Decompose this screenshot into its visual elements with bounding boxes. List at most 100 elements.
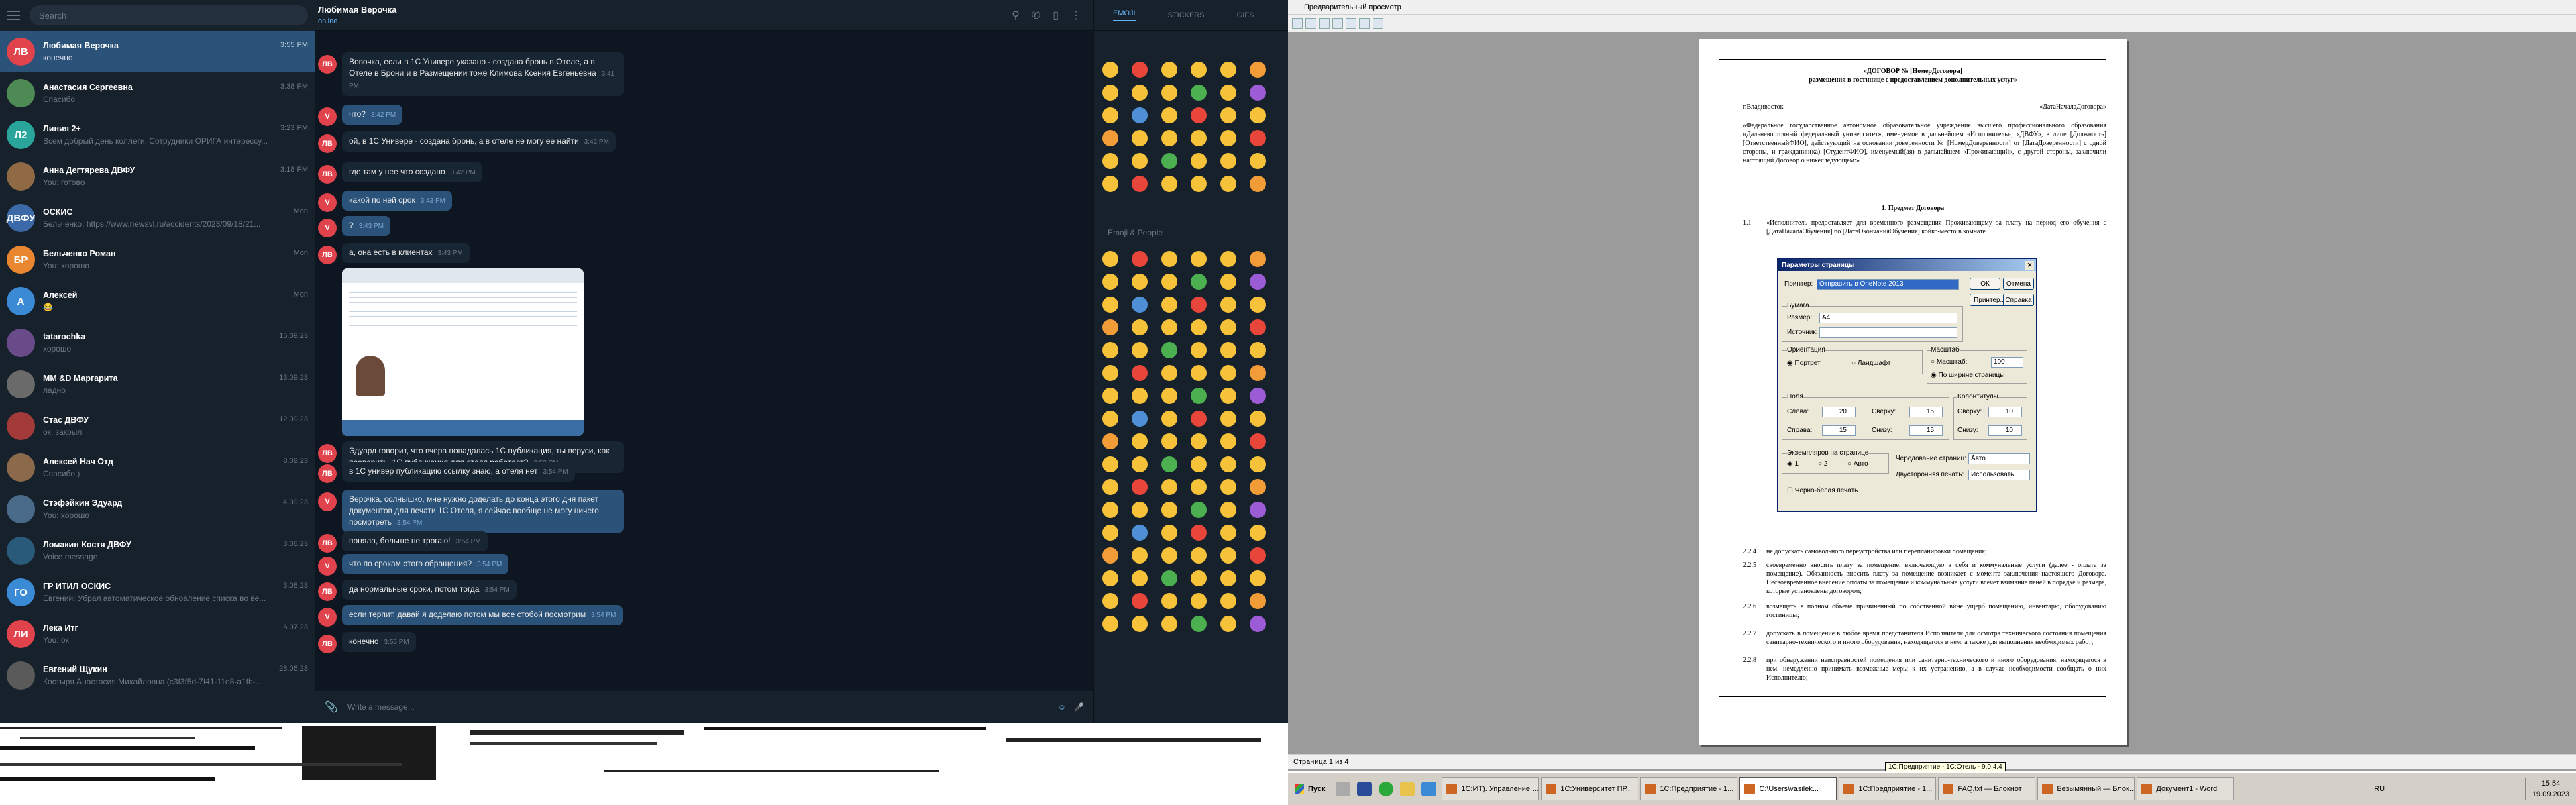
emoji-icon[interactable] (1250, 433, 1266, 449)
emoji-icon[interactable] (1191, 479, 1207, 495)
emoji-icon[interactable] (1132, 479, 1148, 495)
tab-emoji[interactable]: EMOJI (1113, 9, 1136, 21)
chat-header[interactable]: Любимая Верочка online ⚲ ✆ ▯ ⋮ (315, 0, 1093, 31)
ok-button[interactable]: ОК (1970, 278, 2000, 290)
emoji-icon[interactable] (1250, 616, 1266, 632)
emoji-icon[interactable] (1250, 107, 1266, 123)
emoji-icon[interactable] (1102, 62, 1118, 78)
right-margin-input[interactable]: 15 (1822, 425, 1856, 436)
message-bubble[interactable]: поняла, больше не трогаю! 3:54 PM (342, 531, 488, 551)
emoji-icon[interactable] (1220, 107, 1236, 123)
emoji-icon[interactable] (1220, 297, 1236, 313)
emoji-icon[interactable] (1102, 319, 1118, 335)
message-bubble[interactable]: да нормальные сроки, потом тогда 3:54 PM (342, 580, 517, 600)
emoji-icon[interactable] (1132, 85, 1148, 101)
emoji-icon[interactable] (1191, 274, 1207, 290)
chat-item[interactable]: Анастасия Сергеевна 3:38 PM Спасибо (0, 72, 315, 114)
emoji-icon[interactable] (1132, 274, 1148, 290)
emoji-icon[interactable] (1250, 388, 1266, 404)
emoji-icon[interactable] (1250, 479, 1266, 495)
chrome-icon[interactable] (1379, 782, 1394, 796)
one-page-icon[interactable] (1319, 17, 1330, 29)
emoji-icon[interactable] (1250, 274, 1266, 290)
emoji-icon[interactable] (1161, 274, 1177, 290)
size-select[interactable]: A4 (1819, 313, 1957, 323)
emoji-icon[interactable] (1220, 153, 1236, 169)
emoji-icon[interactable] (1132, 62, 1148, 78)
message-bubble[interactable]: если терпит, давай я доделаю потом мы вс… (342, 605, 623, 625)
emoji-icon[interactable] (1220, 388, 1236, 404)
close-icon[interactable] (1373, 17, 1383, 29)
message-bubble[interactable]: а, она есть в клиентах 3:43 PM (342, 243, 470, 263)
emoji-icon[interactable] (1250, 365, 1266, 381)
chat-item[interactable]: Л2 Линия 2+ 3:23 PM Всем добрый день колл… (0, 114, 315, 156)
tab-gifs[interactable]: GIFS (1237, 11, 1254, 19)
sidebar-toggle-icon[interactable]: ▯ (1053, 9, 1059, 22)
taskbar-button[interactable]: Безымянный — Блок... (2037, 777, 2135, 800)
emoji-icon[interactable] (1132, 525, 1148, 541)
emoji-icon[interactable] (1161, 62, 1177, 78)
taskbar-button[interactable]: 1С:Предприятие - 1... (1839, 777, 1937, 800)
emoji-icon[interactable] (1161, 433, 1177, 449)
emoji-icon[interactable] (1250, 547, 1266, 564)
computer-icon[interactable] (1336, 782, 1351, 796)
emoji-icon[interactable] (1191, 107, 1207, 123)
emoji-icon[interactable] (1161, 547, 1177, 564)
bottom-margin-input[interactable]: 15 (1909, 425, 1943, 436)
emoji-icon[interactable] (1220, 525, 1236, 541)
emoji-icon[interactable] (1161, 411, 1177, 427)
message-bubble[interactable]: что по срокам этого обращения? 3:54 PM (342, 554, 509, 574)
powershell-icon[interactable] (1357, 782, 1373, 796)
emoji-icon[interactable] (1132, 570, 1148, 586)
emoji-icon[interactable] (1220, 411, 1236, 427)
emoji-icon[interactable] (1102, 153, 1118, 169)
chat-item[interactable]: tatarochka 15.09.23 хорошо (0, 322, 315, 364)
emoji-icon[interactable] (1220, 433, 1236, 449)
emoji-icon[interactable] (1132, 365, 1148, 381)
emoji-icon[interactable] (1161, 107, 1177, 123)
source-select[interactable] (1819, 327, 1957, 338)
emoji-icon[interactable] (1220, 319, 1236, 335)
search-icon[interactable]: ⚲ (1012, 9, 1020, 22)
emoji-icon[interactable] (1102, 274, 1118, 290)
emoji-icon[interactable] (1102, 479, 1118, 495)
emoji-icon[interactable] (1102, 456, 1118, 472)
emoji-icon[interactable] (1250, 176, 1266, 192)
emoji-icon[interactable] (1191, 525, 1207, 541)
alternation-select[interactable]: Авто (1968, 453, 2030, 464)
message-image[interactable] (342, 268, 584, 436)
taskbar-button[interactable]: 1С:ИТ). Управление ... (1442, 777, 1540, 800)
chat-item[interactable]: Анна Дегтярева ДВФУ 3:18 PM You: готово (0, 156, 315, 197)
emoji-icon[interactable] (1191, 388, 1207, 404)
emoji-icon[interactable] (1102, 107, 1118, 123)
emoji-icon[interactable] (1191, 502, 1207, 518)
emoji-icon[interactable] (1220, 251, 1236, 267)
emoji-icon[interactable] (1220, 342, 1236, 358)
emoji-icon[interactable] (1250, 456, 1266, 472)
emoji-icon[interactable] (1161, 176, 1177, 192)
chat-item[interactable]: Стас ДВФУ 12.09.23 ок, закрыл (0, 405, 315, 447)
emoji-icon[interactable] (1102, 342, 1118, 358)
emoji-icon[interactable]: ☺ (1058, 702, 1066, 712)
clock[interactable]: 15:54 19.09.2023 (2524, 778, 2576, 800)
scale-radio[interactable]: ○ Масштаб: (1931, 358, 1967, 366)
taskbar-button[interactable]: 1С:Предприятие - 1... (1640, 777, 1738, 800)
message-bubble[interactable]: что? 3:42 PM (342, 105, 403, 125)
emoji-icon[interactable] (1161, 365, 1177, 381)
close-icon[interactable]: ✕ (2025, 260, 2034, 270)
emoji-icon[interactable] (1191, 365, 1207, 381)
emoji-icon[interactable] (1191, 547, 1207, 564)
attach-icon[interactable]: 📎 (325, 700, 338, 714)
emoji-icon[interactable] (1250, 130, 1266, 146)
left-margin-input[interactable]: 20 (1822, 407, 1856, 417)
emoji-icon[interactable] (1102, 525, 1118, 541)
emoji-icon[interactable] (1250, 85, 1266, 101)
emoji-icon[interactable] (1220, 593, 1236, 609)
emoji-icon[interactable] (1191, 176, 1207, 192)
emoji-icon[interactable] (1132, 342, 1148, 358)
emoji-icon[interactable] (1102, 502, 1118, 518)
emoji-icon[interactable] (1132, 593, 1148, 609)
top-margin-input[interactable]: 15 (1909, 407, 1943, 417)
landscape-radio[interactable]: ○ Ландшафт (1851, 360, 1890, 367)
emoji-icon[interactable] (1161, 319, 1177, 335)
